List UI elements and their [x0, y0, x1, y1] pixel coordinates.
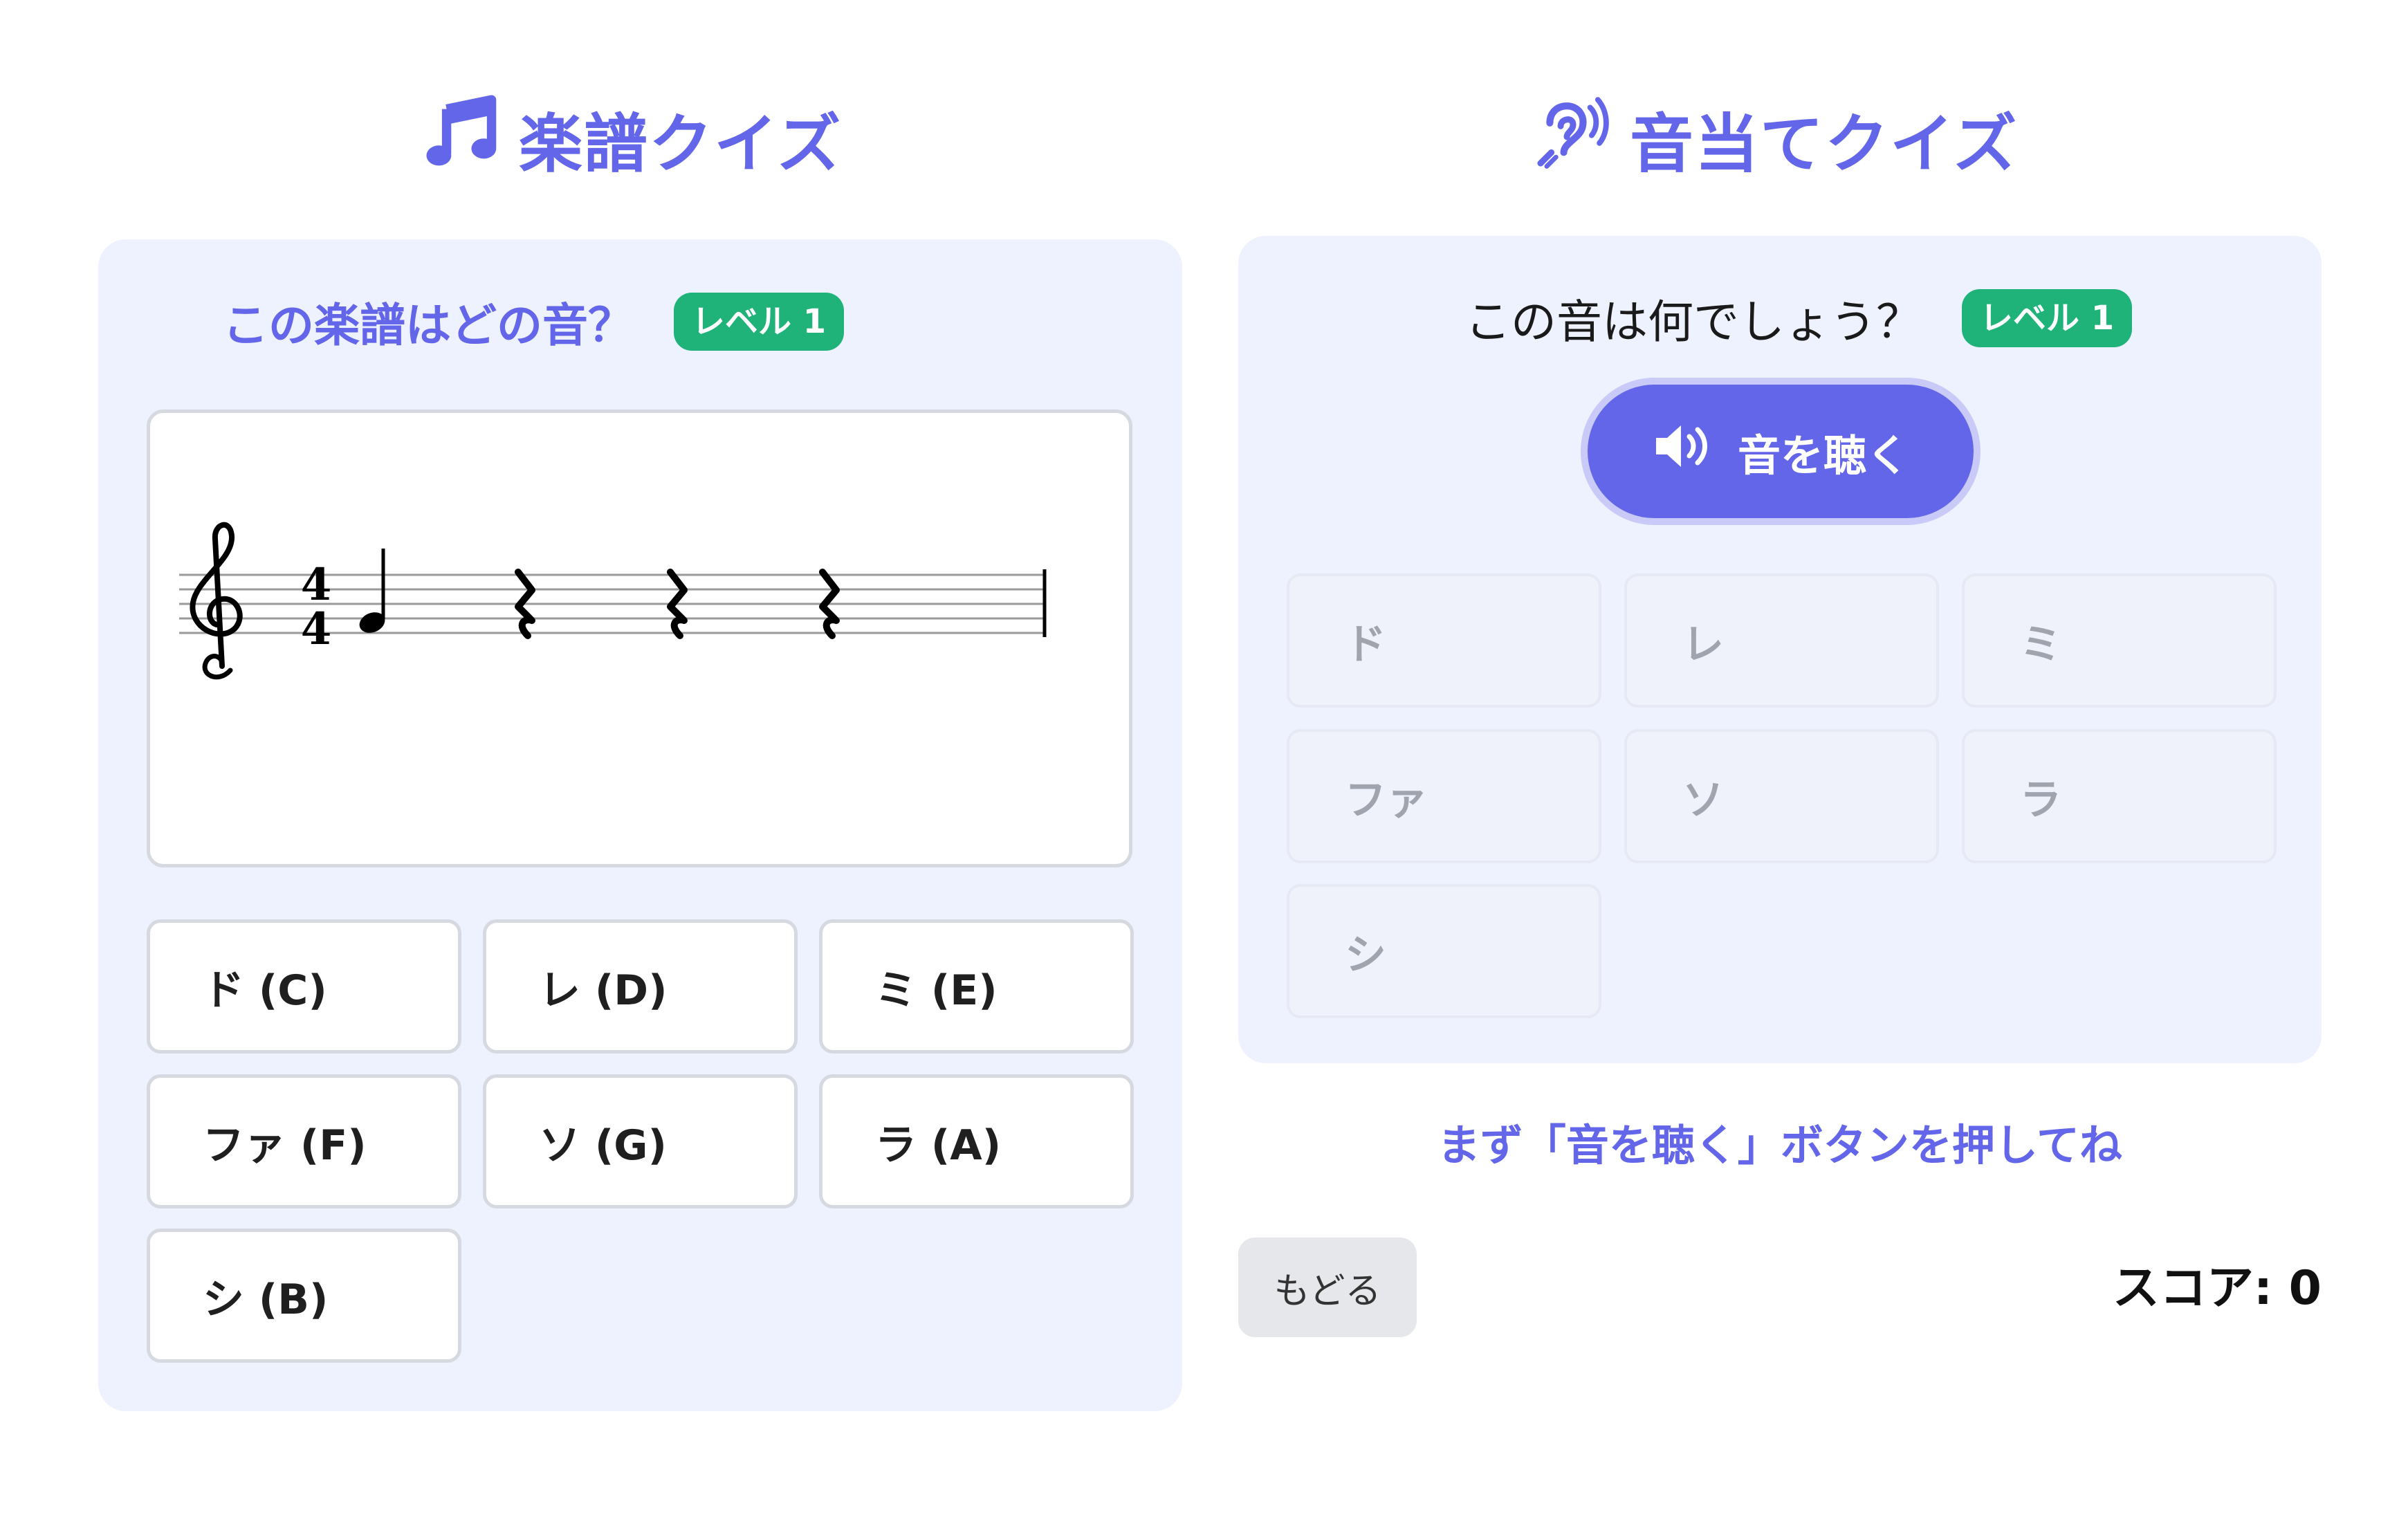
- answer-button-do[interactable]: ド (C): [147, 919, 461, 1054]
- ear-answer-button-la[interactable]: ラ: [1962, 729, 2277, 863]
- speaker-icon: [1652, 421, 1714, 481]
- ear-answer-button-do[interactable]: ド: [1287, 573, 1601, 708]
- ear-answer-button-si[interactable]: シ: [1287, 884, 1601, 1018]
- ear-question-row: この音は何でしょう？ レベル 1: [1465, 284, 2133, 353]
- music-score-card: 4 4: [147, 410, 1132, 867]
- answer-button-so[interactable]: ソ (G): [483, 1074, 798, 1208]
- answer-button-fa[interactable]: ファ (F): [147, 1074, 461, 1208]
- sheet-question-row: この楽譜はどの音？ レベル 1: [223, 287, 845, 356]
- answer-button-la[interactable]: ラ (A): [819, 1074, 1134, 1208]
- ear-answer-button-fa[interactable]: ファ: [1287, 729, 1601, 863]
- ear-answer-button-so[interactable]: ソ: [1624, 729, 1939, 863]
- time-signature-bottom: 4: [301, 603, 332, 655]
- sheet-quiz-title: 楽譜クイズ: [423, 86, 842, 190]
- music-staff: 4 4: [179, 522, 1047, 680]
- music-note-icon: [423, 92, 501, 185]
- ear-answer-button-mi[interactable]: ミ: [1962, 573, 2277, 708]
- answer-button-mi[interactable]: ミ (E): [819, 919, 1134, 1054]
- sheet-question-text: この楽譜はどの音？: [223, 299, 634, 352]
- back-button[interactable]: もどる: [1238, 1238, 1417, 1337]
- ear-listen-icon: [1534, 92, 1612, 185]
- answer-button-re[interactable]: レ (D): [483, 919, 798, 1054]
- ear-question-text: この音は何でしょう？: [1465, 295, 1922, 349]
- ear-level-badge: レベル 1: [1962, 289, 2133, 347]
- listen-button-label: 音を聴く: [1737, 430, 1909, 481]
- ear-answer-button-re[interactable]: レ: [1624, 573, 1939, 708]
- answer-button-si[interactable]: シ (B): [147, 1229, 461, 1363]
- score-display: スコア: 0: [2112, 1261, 2322, 1316]
- ear-quiz-title: 音当てクイズ: [1534, 86, 2018, 190]
- sheet-level-badge: レベル 1: [674, 293, 845, 351]
- sheet-quiz-title-text: 楽譜クイズ: [519, 107, 843, 181]
- ear-quiz-title-text: 音当てクイズ: [1630, 107, 2019, 181]
- quarter-note-icon: [359, 549, 385, 633]
- listen-hint-text: まず「音を聴く」ボタンを押してね: [1437, 1120, 2123, 1170]
- treble-clef-icon: [190, 522, 243, 680]
- listen-button[interactable]: 音を聴く: [1581, 378, 1980, 525]
